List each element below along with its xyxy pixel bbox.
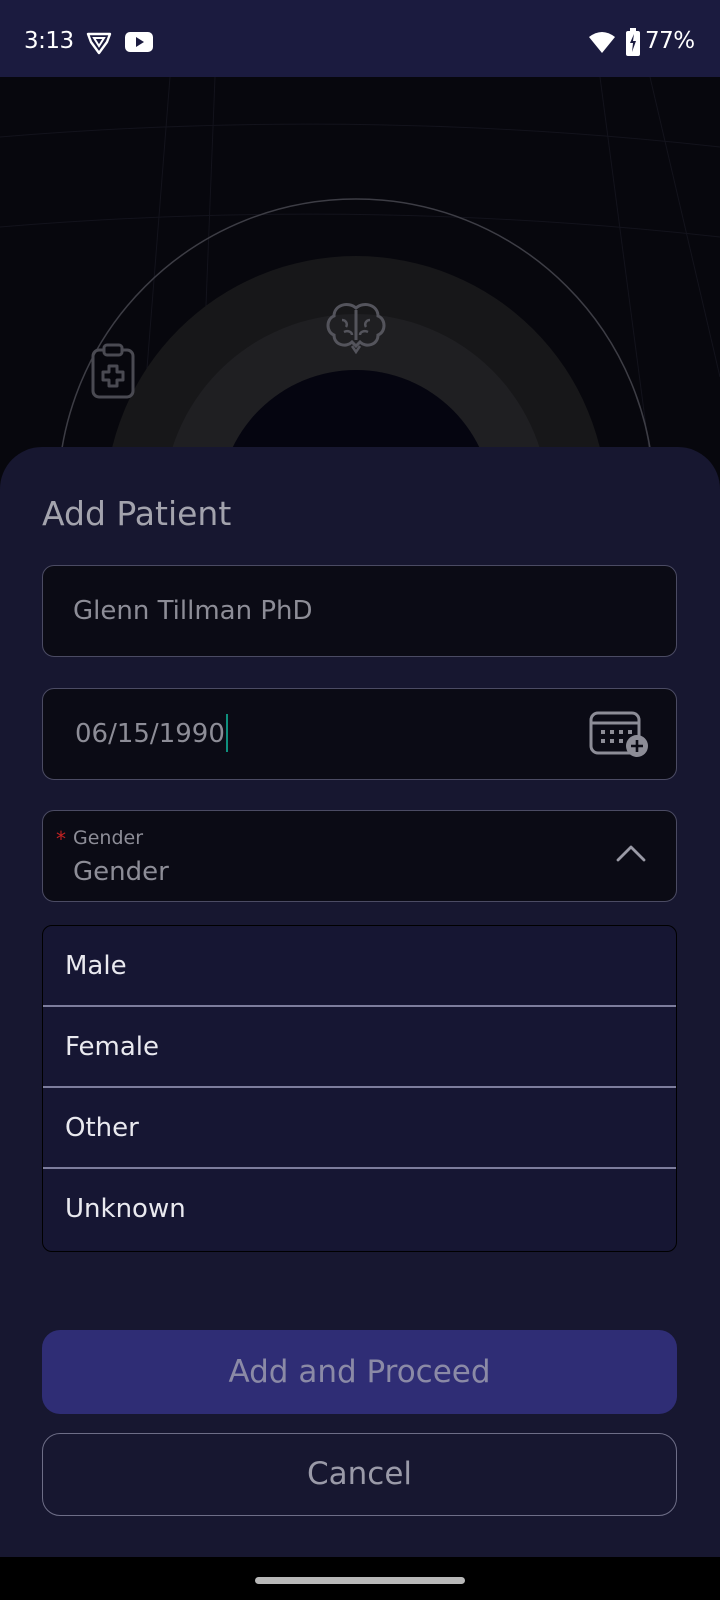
battery-charging-icon bbox=[626, 28, 640, 60]
required-asterisk: * bbox=[56, 827, 66, 851]
home-indicator[interactable] bbox=[255, 1577, 465, 1584]
navigation-bar bbox=[0, 1557, 720, 1600]
date-of-birth-value: 06/15/1990 bbox=[75, 713, 228, 752]
gender-selected-value: Gender bbox=[73, 857, 169, 887]
battery-percentage: 77% bbox=[645, 28, 695, 54]
gender-option-female[interactable]: Female bbox=[43, 1007, 676, 1088]
gender-select[interactable]: * Gender Gender bbox=[42, 810, 677, 902]
text-caret bbox=[225, 713, 228, 752]
patient-name-field[interactable]: Glenn Tillman PhD bbox=[42, 565, 677, 657]
status-bar: 3:13 77% bbox=[0, 0, 720, 77]
gender-option-unknown[interactable]: Unknown bbox=[43, 1169, 676, 1250]
vpn-shield-icon bbox=[86, 30, 112, 60]
youtube-icon bbox=[125, 30, 153, 58]
clipboard-medical-icon bbox=[90, 342, 138, 404]
brain-icon bbox=[326, 302, 386, 358]
gender-option-male[interactable]: Male bbox=[43, 926, 676, 1007]
add-and-proceed-button[interactable]: Add and Proceed bbox=[42, 1330, 677, 1414]
cancel-button[interactable]: Cancel bbox=[42, 1433, 677, 1516]
gender-option-other[interactable]: Other bbox=[43, 1088, 676, 1169]
patient-name-value: Glenn Tillman PhD bbox=[73, 596, 313, 626]
chevron-up-icon[interactable] bbox=[615, 843, 647, 867]
date-of-birth-field[interactable]: 06/15/1990 bbox=[42, 688, 677, 780]
gender-options-list: Male Female Other Unknown bbox=[42, 925, 677, 1252]
calendar-add-icon[interactable] bbox=[589, 709, 651, 765]
gender-field-label: Gender bbox=[73, 827, 144, 849]
status-time: 3:13 bbox=[24, 28, 74, 54]
date-of-birth-text: 06/15/1990 bbox=[75, 719, 225, 749]
sheet-title: Add Patient bbox=[42, 494, 232, 533]
wifi-icon bbox=[588, 30, 616, 58]
